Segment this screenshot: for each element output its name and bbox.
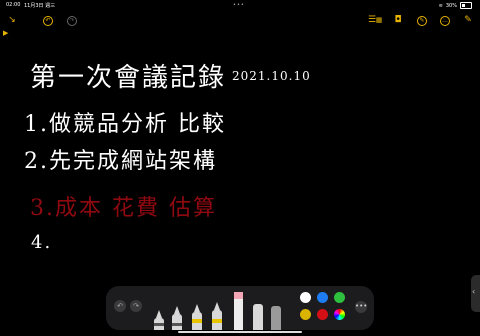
drawer-handle[interactable]: ‹ (471, 275, 480, 312)
list-item: 1.做競品分析 比較 (24, 112, 226, 137)
eraser-tool[interactable] (234, 292, 243, 330)
list-item: 2.先完成網站架構 (24, 149, 217, 174)
note-toolbar: ↘ ↶ ↷ ☰ ▦ ◘ ✎ … ✎ (0, 10, 480, 30)
multitask-dots-icon[interactable]: ••• (233, 2, 245, 8)
wifi-icon: ≋ (438, 2, 443, 9)
redo-button[interactable]: ↷ (66, 15, 78, 26)
note-date: 2021.10.10 (232, 69, 311, 83)
color-picker-wheel[interactable] (334, 309, 345, 320)
monoline-tool[interactable] (172, 306, 182, 330)
status-bar: 02:00 11月3日 週三 ••• ≋ 30% (0, 0, 480, 10)
pen-tool[interactable] (154, 310, 164, 330)
camera-icon[interactable]: ◘ (392, 15, 404, 25)
chevron-left-icon: ‹ (472, 287, 476, 296)
lasso-tool[interactable] (253, 304, 263, 330)
sidebar-toggle-icon[interactable]: ▶ (3, 29, 8, 37)
redo-circle-icon: ↷ (67, 16, 77, 26)
compose-icon[interactable]: ✎ (462, 15, 474, 25)
table-icon[interactable]: ▦ (373, 15, 385, 25)
home-indicator[interactable] (178, 331, 302, 333)
palette-undo-button[interactable]: ↶ (114, 300, 126, 312)
battery-percent: 30% (445, 2, 457, 9)
list-item: 3.成本 花費 估算 (30, 196, 217, 221)
status-time: 02:00 (6, 2, 21, 8)
list-item: 4. (31, 232, 53, 253)
more-icon: … (440, 16, 450, 26)
undo-circle-icon: ↶ (43, 16, 53, 26)
palette-more-button[interactable]: ••• (355, 301, 367, 313)
palette-redo-button[interactable]: ↷ (130, 300, 142, 312)
color-green[interactable] (334, 292, 345, 303)
status-date: 11月3日 週三 (24, 3, 56, 9)
undo-button[interactable]: ↶ (42, 15, 54, 26)
note-title: 第一次會議記錄 (30, 63, 227, 93)
color-red[interactable] (317, 309, 328, 320)
pencil-tool[interactable] (212, 302, 222, 330)
markup-button[interactable]: ✎ (416, 15, 428, 26)
ruler-tool[interactable] (271, 306, 281, 330)
color-white[interactable] (300, 292, 311, 303)
more-button[interactable]: … (439, 15, 451, 26)
markup-icon: ✎ (417, 16, 427, 26)
color-yellow[interactable] (300, 309, 311, 320)
collapse-icon[interactable]: ↘ (6, 15, 18, 25)
drawing-palette: ↶ ↷ ••• (106, 286, 374, 330)
battery-icon (460, 2, 472, 9)
color-blue[interactable] (317, 292, 328, 303)
highlighter-tool[interactable] (192, 304, 202, 330)
